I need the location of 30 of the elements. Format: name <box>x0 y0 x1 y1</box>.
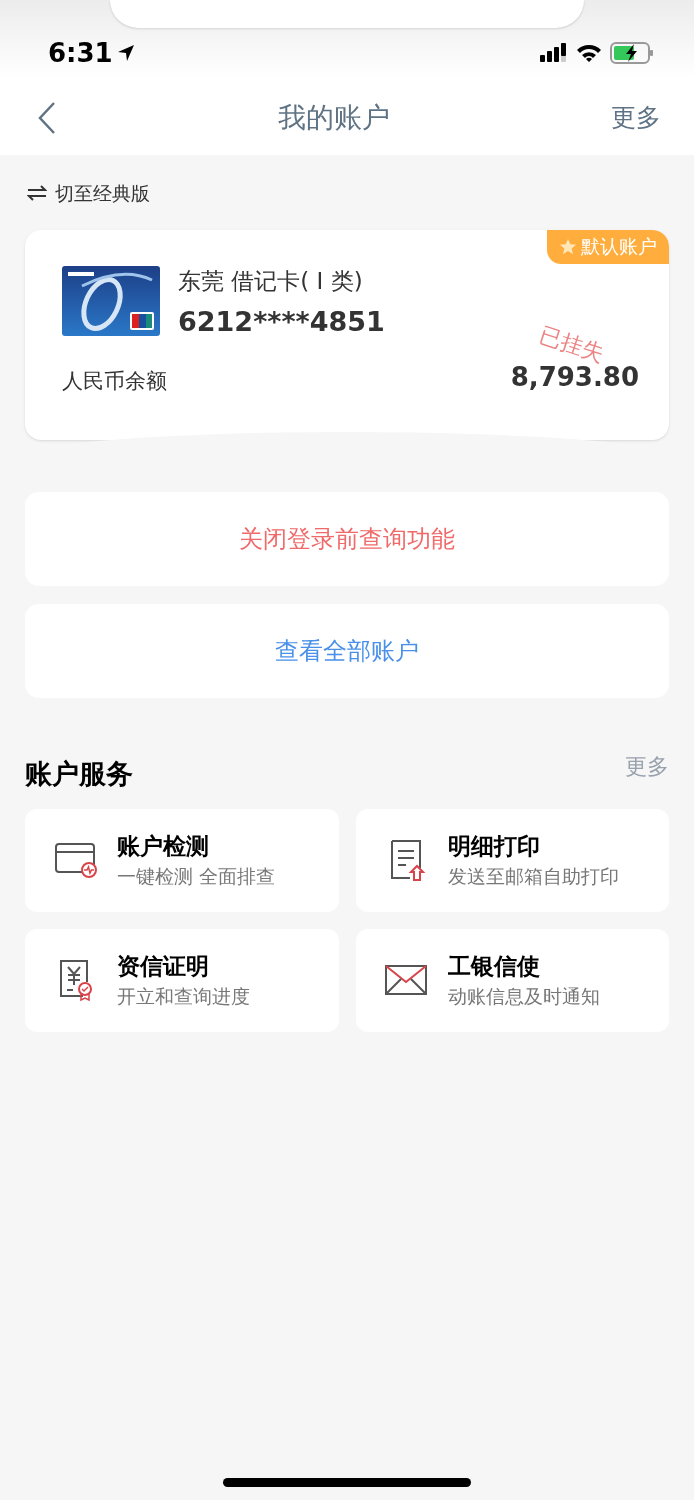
section-title: 账户服务 <box>25 757 133 791</box>
signal-icon <box>540 43 568 63</box>
account-number: 6212****4851 <box>178 304 385 339</box>
service-subtitle: 发送至邮箱自助打印 <box>447 864 619 889</box>
service-title: 明细打印 <box>447 832 541 861</box>
clock-time: 6:31 <box>48 36 113 70</box>
account-name: 东莞 借记卡( Ⅰ 类) <box>178 266 364 296</box>
star-icon <box>559 237 577 256</box>
service-title: 资信证明 <box>117 952 210 981</box>
switch-version-link[interactable]: 切至经典版 <box>27 179 150 208</box>
service-card[interactable]: 工银信使 动账信息及时通知 <box>355 928 669 1032</box>
service-subtitle: 动账信息及时通知 <box>447 984 600 1009</box>
service-card[interactable]: 资信证明 开立和查询进度 <box>25 928 339 1032</box>
service-card[interactable]: 明细打印 发送至邮箱自助打印 <box>355 808 669 912</box>
service-title: 工银信使 <box>447 952 541 981</box>
default-account-badge: 默认账户 <box>547 229 669 264</box>
page-title: 我的账户 <box>277 99 390 136</box>
more-button[interactable]: 更多 <box>611 98 661 137</box>
location-arrow-icon <box>116 44 135 62</box>
battery-charging-icon <box>610 42 654 64</box>
wifi-icon <box>576 43 602 63</box>
service-card[interactable]: 账户检测 一键检测 全面排查 <box>25 808 339 912</box>
account-card[interactable]: 默认账户 东莞 借记卡( Ⅰ 类) 6212****4851 人民币余额 已挂失 8,793.80 <box>25 229 669 440</box>
service-subtitle: 一键检测 全面排查 <box>117 864 276 889</box>
service-subtitle: 开立和查询进度 <box>117 984 250 1009</box>
back-icon[interactable] <box>38 101 56 134</box>
stamp-text: 已挂失 <box>536 321 607 367</box>
service-title: 账户检测 <box>117 832 210 861</box>
swap-icon <box>27 185 47 202</box>
balance-label: 人民币余额 <box>62 367 167 395</box>
